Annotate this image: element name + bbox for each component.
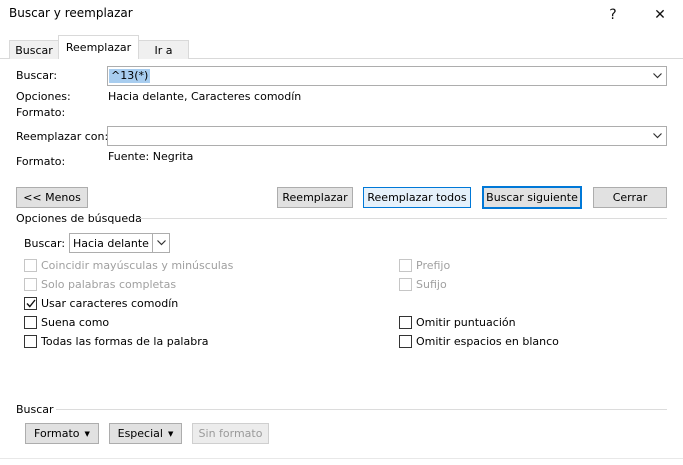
wildcards-label: Usar caracteres comodín	[41, 297, 179, 310]
replace-combobox[interactable]	[107, 126, 667, 146]
direction-value: Hacia delante	[73, 237, 149, 250]
replace-format-value: Fuente: Negrita	[108, 150, 194, 163]
suffix-label: Sufijo	[416, 278, 447, 291]
find-label: Buscar:	[16, 69, 58, 82]
wildcards-checkbox[interactable]	[24, 297, 37, 310]
chevron-down-icon	[653, 73, 662, 79]
replace-all-button[interactable]: Reemplazar todos	[363, 187, 471, 208]
no-format-button-label: Sin formato	[198, 427, 263, 440]
replace-button[interactable]: Reemplazar	[277, 187, 353, 208]
replace-dropdown-button[interactable]	[649, 127, 666, 145]
tab-buscar[interactable]: Buscar	[9, 40, 59, 59]
dropdown-arrow-icon: ▼	[167, 429, 174, 438]
search-options-heading: Opciones de búsqueda	[16, 212, 142, 225]
tab-label: Reemplazar	[65, 41, 132, 54]
all-word-forms-label: Todas las formas de la palabra	[41, 335, 209, 348]
direction-dropdown-button[interactable]	[152, 234, 169, 252]
direction-select[interactable]: Hacia delante	[69, 233, 170, 253]
ignore-whitespace-checkbox[interactable]	[399, 335, 412, 348]
ignore-punctuation-label: Omitir puntuación	[416, 316, 516, 329]
replace-label: Reemplazar con:	[16, 130, 109, 143]
ignore-whitespace-label: Omitir espacios en blanco	[416, 335, 559, 348]
close-window-button[interactable]: ✕	[637, 0, 683, 30]
find-dropdown-button[interactable]	[649, 67, 666, 85]
chevron-down-icon	[156, 240, 166, 246]
bottom-divider	[56, 409, 667, 410]
whole-words-label: Solo palabras completas	[41, 278, 177, 291]
tab-ir-a[interactable]: Ir a	[138, 40, 189, 59]
format-button-label: Formato	[34, 427, 80, 440]
help-icon: ?	[609, 7, 617, 23]
find-combobox[interactable]: ^13(*)	[107, 66, 667, 86]
sounds-like-label: Suena como	[41, 316, 110, 329]
less-button-label: << Menos	[23, 191, 81, 204]
options-label: Opciones:	[16, 90, 71, 103]
search-options-divider	[140, 218, 667, 219]
prefix-checkbox[interactable]	[399, 259, 412, 272]
suffix-checkbox[interactable]	[399, 278, 412, 291]
whole-words-checkbox[interactable]	[24, 278, 37, 291]
all-word-forms-checkbox[interactable]	[24, 335, 37, 348]
find-format-label: Formato:	[16, 106, 66, 119]
title-bar: Buscar y reemplazar ? ✕	[0, 0, 683, 30]
find-next-button[interactable]: Buscar siguiente	[482, 186, 582, 209]
tab-label: Ir a	[154, 43, 173, 57]
no-format-button[interactable]: Sin formato	[192, 423, 269, 444]
format-button[interactable]: Formato ▼	[25, 423, 99, 444]
replace-button-label: Reemplazar	[282, 191, 348, 204]
help-button[interactable]: ?	[590, 0, 636, 30]
tab-label: Buscar	[15, 43, 53, 57]
close-icon: ✕	[654, 7, 666, 23]
bottom-heading: Buscar	[16, 403, 54, 416]
close-button[interactable]: Cerrar	[593, 187, 667, 208]
match-case-checkbox[interactable]	[24, 259, 37, 272]
sounds-like-checkbox[interactable]	[24, 316, 37, 329]
prefix-label: Prefijo	[416, 259, 451, 272]
tab-reemplazar[interactable]: Reemplazar	[58, 35, 139, 59]
special-button[interactable]: Especial ▼	[109, 423, 182, 444]
match-case-label: Coincidir mayúsculas y minúsculas	[41, 259, 234, 272]
dropdown-arrow-icon: ▼	[84, 429, 90, 438]
window-title: Buscar y reemplazar	[9, 6, 133, 20]
find-input-value[interactable]: ^13(*)	[109, 69, 151, 83]
checkmark-icon	[25, 299, 36, 308]
direction-label: Buscar:	[24, 237, 66, 250]
close-button-label: Cerrar	[612, 191, 648, 204]
window-bottom-edge	[0, 458, 683, 459]
replace-format-label: Formato:	[16, 155, 66, 168]
ignore-punctuation-checkbox[interactable]	[399, 316, 412, 329]
chevron-down-icon	[653, 133, 662, 139]
find-next-button-label: Buscar siguiente	[486, 191, 578, 204]
replace-all-button-label: Reemplazar todos	[367, 191, 467, 204]
options-value: Hacia delante, Caracteres comodín	[108, 90, 302, 103]
less-button[interactable]: << Menos	[16, 187, 88, 208]
special-button-label: Especial	[117, 427, 163, 440]
